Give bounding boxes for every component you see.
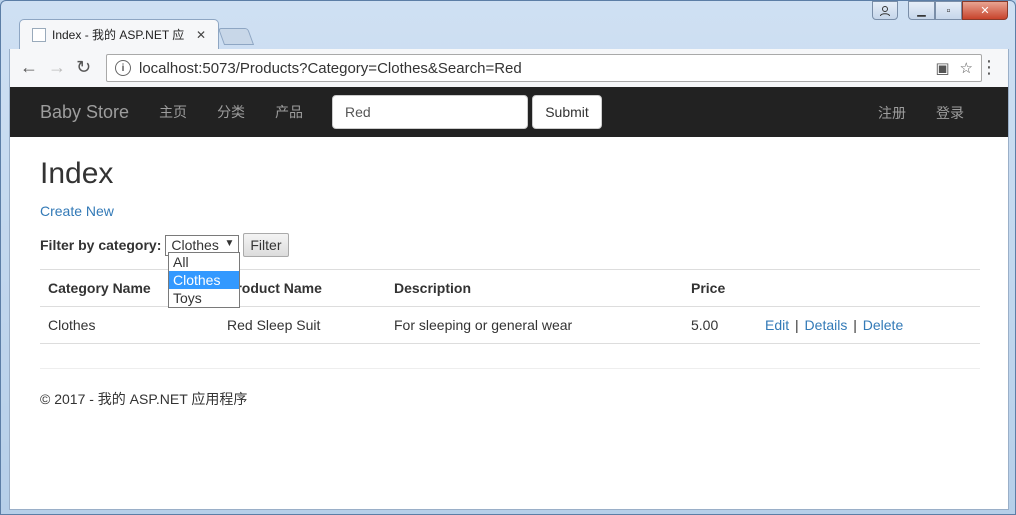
bookmark-star-icon[interactable]: ☆ (960, 59, 973, 77)
info-icon[interactable]: i (115, 60, 131, 76)
column-header-description: Description (386, 269, 683, 307)
filter-button[interactable]: Filter (243, 233, 289, 257)
footer-text: © 2017 - 我的 ASP.NET 应用程序 (40, 391, 248, 407)
page-title: Index (40, 157, 114, 190)
reload-icon[interactable]: ↻ (76, 57, 91, 78)
main-content: Index Create New Filter by category: Clo… (10, 157, 1008, 409)
browser-tab[interactable]: Index - 我的 ASP.NET 应 ✕ (19, 19, 219, 49)
dropdown-option-toys[interactable]: Toys (169, 289, 239, 307)
forward-arrow-icon[interactable]: → (48, 57, 66, 78)
category-select-value: Clothes (171, 237, 219, 253)
user-icon[interactable] (872, 1, 898, 20)
address-bar[interactable]: i localhost:5073/Products?Category=Cloth… (106, 54, 982, 82)
browser-toolbar: ← → ↻ i localhost:5073/Products?Category… (9, 49, 1009, 87)
page-favicon-icon (32, 27, 46, 42)
category-dropdown-list: All Clothes Toys (168, 252, 240, 308)
back-arrow-icon[interactable]: ← (20, 57, 38, 78)
login-link[interactable]: 登录 (936, 103, 964, 123)
close-window-button[interactable]: ✕ (962, 1, 1008, 20)
cell-price: 5.00 (683, 306, 757, 344)
page-viewport: Baby Store 主页 分类 产品 Red Submit 注册 登录 Ind… (9, 87, 1009, 510)
site-navbar: Baby Store 主页 分类 产品 Red Submit 注册 登录 (10, 87, 1008, 137)
edit-link[interactable]: Edit (765, 317, 789, 333)
nav-link-home[interactable]: 主页 (159, 102, 187, 122)
tab-title: Index - 我的 ASP.NET 应 (52, 28, 185, 42)
column-header-price: Price (683, 269, 757, 307)
chevron-down-icon: ▼ (224, 237, 235, 249)
footer-divider (40, 368, 980, 369)
cell-product: Red Sleep Suit (219, 306, 386, 344)
register-link[interactable]: 注册 (878, 103, 906, 123)
dropdown-option-clothes[interactable]: Clothes (169, 271, 239, 289)
cell-actions: Edit | Details | Delete (757, 306, 980, 344)
create-new-link[interactable]: Create New (40, 203, 978, 219)
action-separator: | (853, 317, 857, 333)
column-header-actions (757, 269, 980, 307)
browser-window: ▁ ▫ ✕ Index - 我的 ASP.NET 应 ✕ ← → ↻ i loc… (0, 0, 1016, 515)
nav-link-products[interactable]: 产品 (275, 102, 303, 122)
details-link[interactable]: Details (805, 317, 848, 333)
submit-button[interactable]: Submit (532, 95, 602, 129)
maximize-button[interactable]: ▫ (935, 1, 962, 20)
minimize-button[interactable]: ▁ (908, 1, 935, 20)
cell-description: For sleeping or general wear (386, 306, 683, 344)
url-text: localhost:5073/Products?Category=Clothes… (139, 59, 522, 77)
dropdown-option-all[interactable]: All (169, 253, 239, 271)
nav-link-categories[interactable]: 分类 (217, 102, 245, 122)
translate-icon[interactable]: ▣ (935, 59, 949, 77)
cell-category: Clothes (40, 306, 219, 344)
browser-menu-icon[interactable]: ⋮ (980, 57, 998, 78)
new-tab-button[interactable] (217, 28, 255, 45)
action-separator: | (795, 317, 799, 333)
tab-close-icon[interactable]: ✕ (196, 28, 206, 42)
search-input[interactable]: Red (332, 95, 528, 129)
delete-link[interactable]: Delete (863, 317, 903, 333)
table-row: Clothes Red Sleep Suit For sleeping or g… (40, 306, 980, 344)
column-header-product: Product Name (219, 269, 386, 307)
brand-link[interactable]: Baby Store (40, 102, 129, 123)
filter-label: Filter by category: (40, 237, 162, 253)
